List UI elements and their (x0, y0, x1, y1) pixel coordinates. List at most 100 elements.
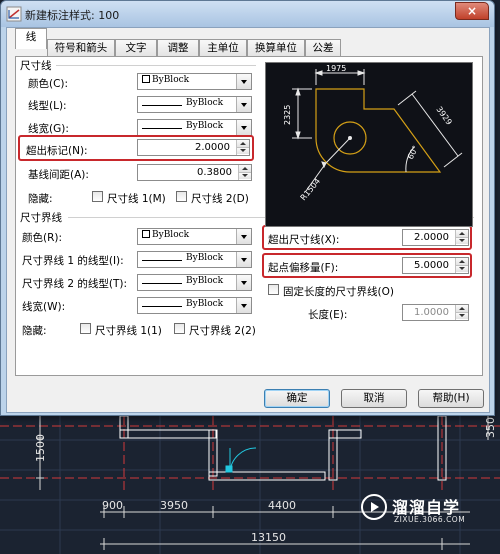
extline-2-linetype-label: 尺寸界线 2 的线型(T): (22, 278, 127, 290)
suppress-extline-2-checkbox[interactable] (174, 323, 185, 334)
group-divider (56, 65, 256, 66)
preview-dim-right: 3929 (434, 105, 453, 127)
tab-fit[interactable]: 调整 (157, 39, 199, 56)
tab-primary-units[interactable]: 主单位 (199, 39, 247, 56)
tab-text[interactable]: 文字 (115, 39, 157, 56)
dimline-color-select[interactable]: ByBlock (137, 73, 252, 90)
group-title-dimension-lines: 尺寸线 (20, 60, 52, 72)
preview-drawing: 1975 2325 3929 60° R1504 (283, 64, 463, 203)
spin-down-icon[interactable] (237, 147, 249, 154)
origin-offset-value: 5.0000 (414, 260, 449, 271)
suppress-extline-2-label[interactable]: 尺寸界线 2(2) (189, 323, 256, 338)
baseline-spacing-input[interactable]: 0.3800 (137, 164, 252, 181)
spin-down-icon[interactable] (456, 265, 468, 272)
lineweight-sample-line (142, 128, 182, 129)
spinner[interactable] (455, 258, 468, 273)
extline-1-linetype-label: 尺寸界线 1 的线型(I): (22, 255, 124, 267)
cad-dim-350: 350 (484, 417, 497, 438)
ok-button[interactable]: 确定 (264, 389, 330, 408)
extline-1-linetype-select[interactable]: ByBlock (137, 251, 252, 268)
origin-offset-input[interactable]: 5.0000 (402, 257, 469, 274)
dimline-color-text: ByBlock (152, 75, 190, 85)
close-icon: × (466, 4, 478, 18)
extend-beyond-value: 2.0000 (414, 232, 449, 243)
tab-label: 线 (25, 31, 37, 43)
cancel-button[interactable]: 取消 (341, 389, 407, 408)
dimline-lineweight-select[interactable]: ByBlock (137, 119, 252, 136)
spin-up-icon[interactable] (456, 258, 468, 265)
title-bar[interactable]: 新建标注样式: 100 × (1, 1, 494, 27)
fixed-length-label[interactable]: 固定长度的尺寸界线(O) (283, 284, 394, 299)
extline-1-linetype-value: ByBlock (186, 253, 224, 263)
chevron-down-icon[interactable] (236, 120, 251, 135)
extline-lineweight-select[interactable]: ByBlock (137, 297, 252, 314)
spin-up-icon[interactable] (239, 165, 251, 172)
length-input[interactable]: 1.0000 (402, 304, 469, 321)
spin-down-icon[interactable] (239, 172, 251, 179)
cad-dim-3950: 3950 (160, 499, 188, 512)
extend-ticks-input[interactable]: 2.0000 (137, 139, 250, 156)
spinner[interactable] (455, 230, 468, 245)
extline-2-linetype-value: ByBlock (186, 276, 224, 286)
spinner[interactable] (236, 140, 249, 155)
tab-label: 公差 (312, 42, 334, 54)
spinner[interactable] (238, 165, 251, 180)
tab-tolerances[interactable]: 公差 (305, 39, 341, 56)
suppress-extline-1-checkbox[interactable] (80, 323, 91, 334)
suppress-dimline-1-label[interactable]: 尺寸线 1(M) (107, 191, 166, 206)
fixed-length-checkbox[interactable] (268, 284, 279, 295)
spin-up-icon[interactable] (237, 140, 249, 147)
extend-ticks-value: 2.0000 (195, 142, 230, 153)
cad-dim-13150: 13150 (251, 531, 286, 544)
preview-dim-top: 1975 (326, 64, 346, 73)
chevron-down-icon[interactable] (236, 74, 251, 89)
spin-down-icon[interactable] (456, 237, 468, 244)
spinner[interactable] (455, 305, 468, 320)
dialog-client-area: 线 符号和箭头 文字 调整 主单位 换算单位 公差 尺寸线 颜色(C): ByB… (6, 27, 490, 413)
tab-label: 调整 (167, 42, 189, 54)
chevron-down-icon[interactable] (236, 229, 251, 244)
suppress-extline-1-label[interactable]: 尺寸界线 1(1) (95, 323, 162, 338)
linetype-sample-line (142, 283, 182, 284)
chevron-down-icon[interactable] (236, 97, 251, 112)
color-swatch-icon (142, 230, 150, 238)
extline-2-linetype-select[interactable]: ByBlock (137, 274, 252, 291)
suppress-dimline-2-checkbox[interactable] (176, 191, 187, 202)
window-title: 新建标注样式: 100 (25, 9, 120, 22)
cad-dim-1500: 1500 (34, 434, 47, 462)
dimline-linetype-value: ByBlock (186, 98, 224, 108)
suppress-dimline-2-label[interactable]: 尺寸线 2(D) (191, 191, 249, 206)
close-button[interactable]: × (455, 2, 489, 20)
cad-dim-900: 900 (102, 499, 123, 512)
dimline-suppress-label: 隐藏: (28, 193, 53, 205)
tab-alternate-units[interactable]: 换算单位 (247, 39, 305, 56)
preview-dim-angle: 60° (406, 144, 421, 161)
preview-dim-left: 2325 (283, 105, 292, 125)
extend-beyond-input[interactable]: 2.0000 (402, 229, 469, 246)
dimline-lineweight-label: 线宽(G): (28, 123, 69, 135)
linetype-sample-line (142, 260, 182, 261)
spin-up-icon[interactable] (456, 305, 468, 312)
preview-dim-radius: R1504 (299, 177, 323, 203)
tab-lines[interactable]: 线 (15, 28, 47, 49)
length-label: 长度(E): (308, 309, 348, 321)
suppress-dimline-1-checkbox[interactable] (92, 191, 103, 202)
extline-color-select[interactable]: ByBlock (137, 228, 252, 245)
chevron-down-icon[interactable] (236, 275, 251, 290)
help-button[interactable]: 帮助(H) (418, 389, 484, 408)
extline-lineweight-label: 线宽(W): (22, 301, 66, 313)
group-title-extension-lines: 尺寸界线 (20, 212, 62, 224)
length-value: 1.0000 (414, 307, 449, 318)
spin-up-icon[interactable] (456, 230, 468, 237)
baseline-spacing-label: 基线间距(A): (28, 169, 89, 181)
linetype-sample-line (142, 105, 182, 106)
chevron-down-icon[interactable] (236, 252, 251, 267)
tab-symbols-arrows[interactable]: 符号和箭头 (47, 39, 115, 56)
color-swatch-icon (142, 75, 150, 83)
spin-down-icon[interactable] (456, 312, 468, 319)
dimension-style-dialog: 新建标注样式: 100 × 线 符号和箭头 文字 调整 主单位 换算单位 公差 … (0, 0, 495, 416)
dimline-linetype-select[interactable]: ByBlock (137, 96, 252, 113)
tab-label: 主单位 (207, 42, 239, 54)
tab-label: 文字 (125, 42, 147, 54)
chevron-down-icon[interactable] (236, 298, 251, 313)
